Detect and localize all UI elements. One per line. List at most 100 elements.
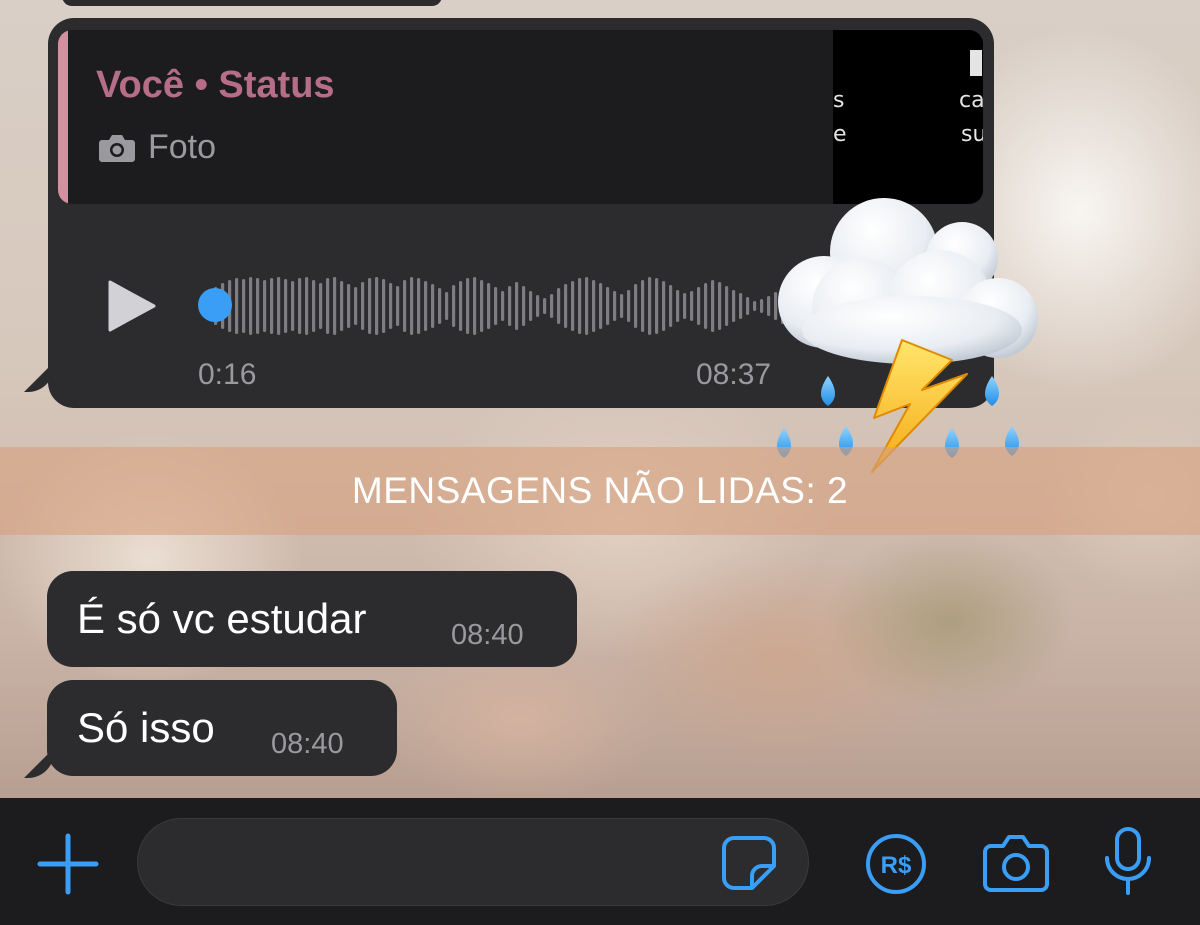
play-icon[interactable] [108, 280, 156, 332]
camera-icon [99, 134, 135, 162]
thumbnail-text: ca [959, 88, 983, 113]
waveform-bar [298, 278, 302, 334]
audio-elapsed: 0:16 [198, 358, 257, 391]
storm-cloud-icon [777, 198, 1038, 473]
waveform-bar [368, 278, 372, 334]
waveform-bar [508, 286, 512, 326]
waveform-bar [620, 294, 624, 318]
waveform-bar [704, 283, 708, 329]
waveform-bar [641, 280, 645, 332]
payment-icon[interactable]: R$ [864, 832, 928, 896]
waveform-bar [235, 278, 239, 334]
waveform-bar [697, 287, 701, 325]
waveform-bar [284, 279, 288, 333]
waveform-bar [389, 283, 393, 329]
waveform-bar [354, 287, 358, 325]
reply-quote-media-label: Foto [148, 128, 217, 166]
waveform-bar [557, 288, 561, 324]
thumbnail-text: e [833, 122, 847, 147]
waveform-bar [592, 280, 596, 332]
waveform-bar [606, 287, 610, 325]
previous-message-bubble[interactable] [62, 0, 442, 6]
waveform-bar [375, 277, 379, 335]
microphone-icon[interactable] [1102, 826, 1154, 896]
waveform-bar [403, 280, 407, 332]
waveform-bar [613, 291, 617, 321]
waveform-bar [326, 278, 330, 334]
reply-quote-thumbnail: s e ca su [833, 30, 983, 204]
waveform-bar [746, 297, 750, 315]
waveform-bar [585, 277, 589, 335]
thumbnail-text: s [833, 88, 845, 113]
message-bubble[interactable]: Só isso 08:40 [47, 680, 397, 776]
waveform-bar [578, 278, 582, 334]
waveform-bar [739, 293, 743, 319]
waveform-bar [263, 280, 267, 332]
waveform-bar [333, 277, 337, 335]
waveform-bar [550, 294, 554, 318]
waveform-bar [473, 277, 477, 335]
waveform-bar [571, 281, 575, 331]
waveform-bar [487, 283, 491, 329]
waveform-bar [361, 282, 365, 330]
waveform-bar [459, 281, 463, 331]
waveform-bar [382, 279, 386, 333]
waveform-bar [291, 281, 295, 331]
waveform-bar [711, 280, 715, 332]
audio-progress-handle[interactable] [198, 288, 232, 322]
waveform-bar [599, 283, 603, 329]
waveform-bar [627, 290, 631, 322]
waveform-bar [347, 284, 351, 328]
waveform-bar [319, 283, 323, 329]
waveform-bar [522, 286, 526, 326]
waveform-bar [466, 278, 470, 334]
waveform-bar [249, 277, 253, 335]
waveform-bar [452, 285, 456, 327]
waveform-bar [256, 278, 260, 334]
waveform-bar [655, 278, 659, 334]
waveform-bar [501, 291, 505, 321]
waveform-bar [494, 287, 498, 325]
thumbnail-text: su [961, 122, 983, 147]
message-time: 08:40 [451, 619, 524, 651]
waveform-bar [648, 277, 652, 335]
waveform-bar [634, 284, 638, 328]
message-time: 08:37 [696, 358, 772, 391]
waveform-bar [676, 290, 680, 322]
waveform-bar [424, 281, 428, 331]
message-input[interactable] [137, 818, 809, 906]
waveform-bar [438, 288, 442, 324]
message-time: 08:40 [271, 728, 344, 760]
waveform-bar [669, 285, 673, 327]
waveform-bar [725, 286, 729, 326]
plus-icon[interactable] [36, 832, 100, 896]
waveform-bar [480, 280, 484, 332]
waveform-bar [417, 278, 421, 334]
payment-label: R$ [881, 852, 912, 879]
camera-icon[interactable] [981, 832, 1051, 894]
waveform-bar [312, 280, 316, 332]
message-bubble[interactable]: É só vc estudar 08:40 [47, 571, 577, 667]
unread-messages-label: MENSAGENS NÃO LIDAS: 2 [351, 470, 849, 511]
waveform-bar [690, 291, 694, 321]
waveform-bar [277, 277, 281, 335]
reply-quote-media-type: Foto [98, 128, 216, 167]
waveform-bar [529, 291, 533, 321]
waveform-bar [718, 282, 722, 330]
waveform-bar [732, 290, 736, 322]
waveform-bar [683, 293, 687, 319]
waveform-bar [410, 277, 414, 335]
waveform-bar [242, 279, 246, 333]
reply-quote-bar [58, 30, 68, 204]
waveform-bar [662, 281, 666, 331]
waveform-bar [270, 278, 274, 334]
message-text: Só isso [77, 704, 215, 751]
reply-quote[interactable]: Você • Status Foto s e ca su [58, 30, 983, 204]
message-text: É só vc estudar [77, 595, 367, 642]
waveform-bar [753, 301, 757, 311]
waveform-bar [564, 284, 568, 328]
audio-waveform[interactable] [214, 273, 804, 339]
waveform-bar [543, 298, 547, 314]
waveform-bar [305, 277, 309, 335]
sticker-icon[interactable] [720, 834, 778, 892]
